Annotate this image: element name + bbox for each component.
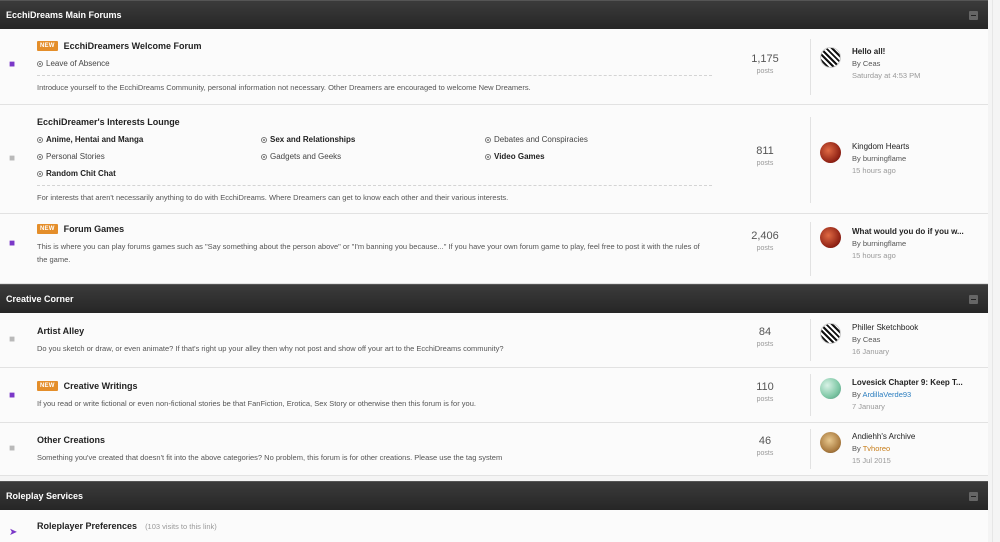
- avatar[interactable]: [820, 378, 841, 399]
- last-post-title[interactable]: Andiehh's Archive: [852, 432, 977, 441]
- unread-forum-icon: ■︎: [9, 390, 16, 401]
- new-badge: NEW: [37, 41, 58, 51]
- last-post-user[interactable]: ArdillaVerde93: [862, 390, 911, 399]
- forum-title[interactable]: Other Creations: [37, 435, 105, 445]
- subforum-gadgets[interactable]: Gadgets and Geeks: [261, 152, 341, 161]
- divider: [37, 185, 712, 186]
- subforum-leave-of-absence[interactable]: Leave of Absence: [37, 59, 110, 68]
- forum-description: If you read or write fictional or even n…: [37, 399, 476, 408]
- collapse-icon[interactable]: [969, 294, 978, 304]
- avatar[interactable]: [820, 323, 841, 344]
- forum-title[interactable]: Roleplayer Preferences: [37, 521, 137, 531]
- forum-description: Do you sketch or draw, or even animate? …: [37, 344, 504, 353]
- avatar[interactable]: [820, 432, 841, 453]
- last-post-user[interactable]: Ceas: [863, 59, 881, 68]
- subforum-anime[interactable]: Anime, Hentai and Manga: [37, 135, 143, 144]
- forum-row-artist-alley[interactable]: ■︎ Artist Alley Do you sketch or draw, o…: [0, 313, 988, 368]
- category-title[interactable]: EcchiDreams Main Forums: [6, 10, 122, 20]
- forum-row-other-creations[interactable]: ■︎ Other Creations Something you've crea…: [0, 423, 988, 476]
- scrollbar[interactable]: [992, 0, 1000, 542]
- avatar[interactable]: [820, 47, 841, 68]
- forum-description: For interests that aren't necessarily an…: [37, 193, 509, 202]
- last-post-date[interactable]: 15 hours ago: [852, 251, 977, 260]
- forum-title[interactable]: Artist Alley: [37, 326, 84, 336]
- post-count: 1,175 posts: [751, 53, 779, 75]
- forum-row-roleplayer-preferences[interactable]: ➤ Roleplayer Preferences (103 visits to …: [0, 510, 988, 542]
- forum-index: EcchiDreams Main Forums ■︎ NEW EcchiDrea…: [0, 0, 988, 542]
- avatar[interactable]: [820, 227, 841, 248]
- forum-description: Introduce yourself to the EcchiDreams Co…: [37, 83, 531, 92]
- read-forum-icon: ■︎: [9, 334, 16, 345]
- last-post-title[interactable]: Philler Sketchbook: [852, 323, 977, 332]
- forum-description: Something you've created that doesn't fi…: [37, 453, 503, 462]
- forum-row-forum-games[interactable]: ■︎ NEW Forum Games This is where you can…: [0, 214, 988, 284]
- column-divider: [810, 429, 811, 469]
- post-count: 84 posts: [756, 326, 774, 348]
- last-post-date[interactable]: 16 January: [852, 347, 977, 356]
- post-count: 2,406 posts: [751, 230, 779, 252]
- subforum-icon: [261, 153, 267, 160]
- column-divider: [810, 222, 811, 276]
- post-count: 46 posts: [756, 435, 774, 457]
- unread-forum-icon: ■︎: [9, 59, 16, 70]
- last-post-date[interactable]: 15 hours ago: [852, 166, 977, 175]
- forum-title[interactable]: EcchiDreamer's Interests Lounge: [37, 117, 180, 127]
- category-header-main-forums[interactable]: EcchiDreams Main Forums: [0, 0, 988, 29]
- forum-title[interactable]: Forum Games: [64, 224, 125, 234]
- last-post-user[interactable]: Tvhoreo: [863, 444, 891, 453]
- unread-forum-icon: ■︎: [9, 238, 16, 249]
- subforum-icon: [485, 153, 491, 160]
- visit-count: (103 visits to this link): [145, 521, 217, 531]
- category-title[interactable]: Creative Corner: [6, 294, 74, 304]
- forum-description: This is where you can play forums games …: [37, 242, 700, 264]
- column-divider: [810, 39, 811, 95]
- subforum-icon: [37, 170, 43, 177]
- last-post-title[interactable]: Lovesick Chapter 9: Keep T...: [852, 378, 977, 387]
- last-post-user[interactable]: Ceas: [863, 335, 881, 344]
- column-divider: [810, 319, 811, 361]
- link-forum-icon: ➤: [9, 527, 18, 538]
- subforum-personal-stories[interactable]: Personal Stories: [37, 152, 105, 161]
- last-post-title[interactable]: Hello all!: [852, 47, 977, 56]
- category-title[interactable]: Roleplay Services: [6, 491, 83, 501]
- last-post-date[interactable]: Saturday at 4:53 PM: [852, 71, 977, 80]
- last-post-title[interactable]: What would you do if you w...: [852, 227, 977, 236]
- divider: [37, 75, 712, 76]
- column-divider: [810, 117, 811, 203]
- last-post-user[interactable]: burningflame: [863, 239, 906, 248]
- subforum-icon: [485, 136, 491, 143]
- subforum-random-chit-chat[interactable]: Random Chit Chat: [37, 169, 116, 178]
- forum-row-interests-lounge[interactable]: ■︎ EcchiDreamer's Interests Lounge Anime…: [0, 105, 988, 214]
- subforum-debates[interactable]: Debates and Conspiracies: [485, 135, 588, 144]
- subforum-sex-relationships[interactable]: Sex and Relationships: [261, 135, 355, 144]
- post-count: 110 posts: [756, 381, 774, 403]
- last-post-user[interactable]: burningflame: [863, 154, 906, 163]
- new-badge: NEW: [37, 381, 58, 391]
- read-forum-icon: ■︎: [9, 443, 16, 454]
- subforum-icon: [37, 60, 43, 67]
- forum-title[interactable]: Creative Writings: [64, 381, 138, 391]
- subforum-video-games[interactable]: Video Games: [485, 152, 545, 161]
- last-post-date[interactable]: 15 Jul 2015: [852, 456, 977, 465]
- collapse-icon[interactable]: [969, 491, 978, 501]
- post-count: 811 posts: [756, 145, 774, 167]
- new-badge: NEW: [37, 224, 58, 234]
- forum-row-creative-writings[interactable]: ■︎ NEW Creative Writings If you read or …: [0, 368, 988, 423]
- last-post-title[interactable]: Kingdom Hearts: [852, 142, 977, 151]
- avatar[interactable]: [820, 142, 841, 163]
- read-forum-icon: ■︎: [9, 153, 16, 164]
- category-header-creative-corner[interactable]: Creative Corner: [0, 284, 988, 313]
- subforum-icon: [37, 153, 43, 160]
- forum-row-welcome[interactable]: ■︎ NEW EcchiDreamers Welcome Forum Leave…: [0, 29, 988, 105]
- last-post-date[interactable]: 7 January: [852, 402, 977, 411]
- subforum-icon: [37, 136, 43, 143]
- column-divider: [810, 374, 811, 416]
- category-header-roleplay-services[interactable]: Roleplay Services: [0, 481, 988, 510]
- subforum-icon: [261, 136, 267, 143]
- collapse-icon[interactable]: [969, 10, 978, 20]
- forum-title[interactable]: EcchiDreamers Welcome Forum: [64, 41, 202, 51]
